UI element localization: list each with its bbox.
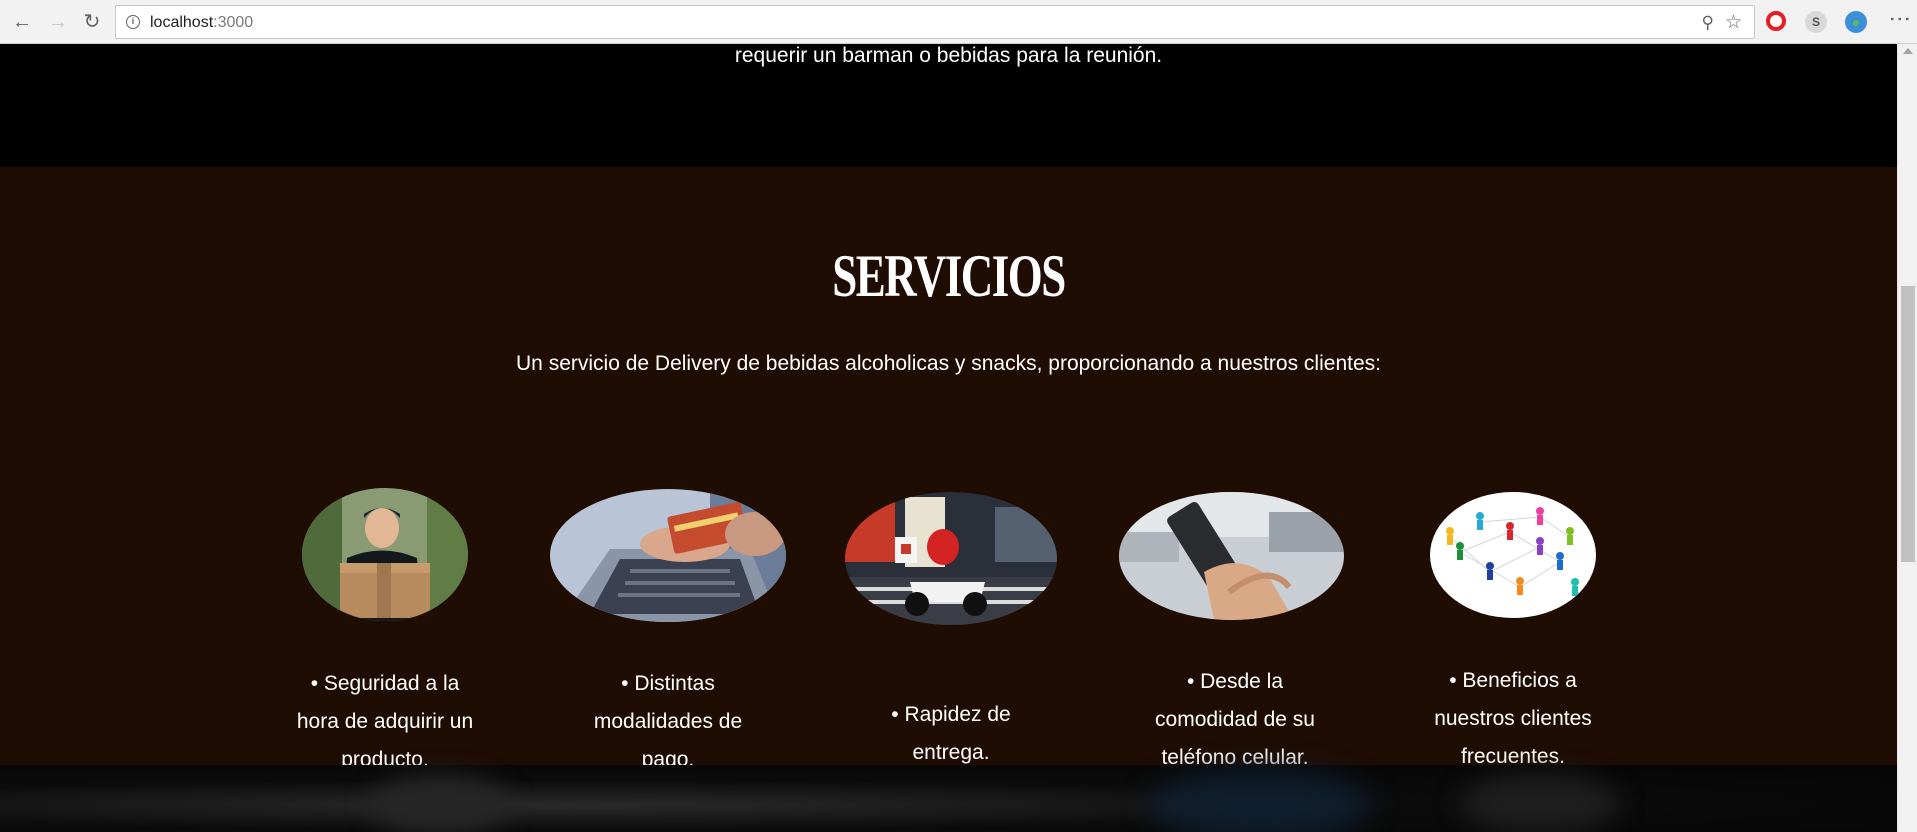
scroll-up-arrow-icon[interactable] [1903, 48, 1913, 54]
zoom-icon[interactable]: ⚲ [1702, 13, 1714, 33]
page-scrollbar[interactable] [1897, 44, 1917, 832]
globe-extension-icon[interactable]: ● [1845, 11, 1867, 33]
service-caption: • Beneficios a nuestros clientes frecuen… [1434, 669, 1592, 768]
page-viewport: requerir un barman o bebidas para la reu… [0, 44, 1897, 832]
browser-menu-icon[interactable]: ⋮ [1886, 8, 1914, 30]
forward-arrow-icon[interactable]: → [46, 10, 70, 34]
background-blur [1460, 773, 1620, 832]
scrollbar-thumb[interactable] [1901, 286, 1915, 562]
reload-icon[interactable]: ↻ [80, 10, 104, 34]
back-arrow-icon[interactable]: ← [10, 10, 34, 34]
laptop-payment-image [550, 489, 786, 622]
service-caption: • Distintas modalidades de pago. [593, 672, 743, 771]
bookmark-star-icon[interactable]: ☆ [1725, 11, 1742, 34]
background-blur [1150, 770, 1370, 832]
previous-section-text: requerir un barman o bebidas para la reu… [734, 44, 1163, 67]
previous-section: requerir un barman o bebidas para la reu… [0, 44, 1897, 167]
background-blur [370, 775, 510, 832]
url-text: localhost:3000 [150, 14, 254, 31]
services-subtitle: Un servicio de Delivery de bebidas alcoh… [516, 352, 1381, 375]
service-caption: • Desde la comodidad de su teléfono celu… [1155, 670, 1315, 769]
address-bar[interactable]: i localhost:3000 ⚲ ☆ [115, 5, 1755, 39]
scooter-delivery-image [845, 492, 1057, 625]
service-caption: • Seguridad a la hora de adquirir un pro… [296, 672, 474, 771]
opera-extension-icon[interactable] [1766, 11, 1786, 31]
phone-in-hand-image [1119, 492, 1344, 620]
services-title: SERVICIOS [832, 243, 1066, 309]
site-info-icon[interactable]: i [126, 15, 140, 29]
browser-toolbar: ← → ↻ i localhost:3000 ⚲ ☆ S ● ⋮ [0, 0, 1917, 44]
s-extension-icon[interactable]: S [1805, 11, 1827, 33]
customer-network-image [1430, 492, 1596, 618]
delivery-man-image [302, 488, 468, 621]
next-section-background [0, 765, 1897, 832]
services-section: SERVICIOS Un servicio de Delivery de beb… [0, 167, 1897, 771]
service-caption: • Rapidez de entrega. [891, 703, 1011, 764]
